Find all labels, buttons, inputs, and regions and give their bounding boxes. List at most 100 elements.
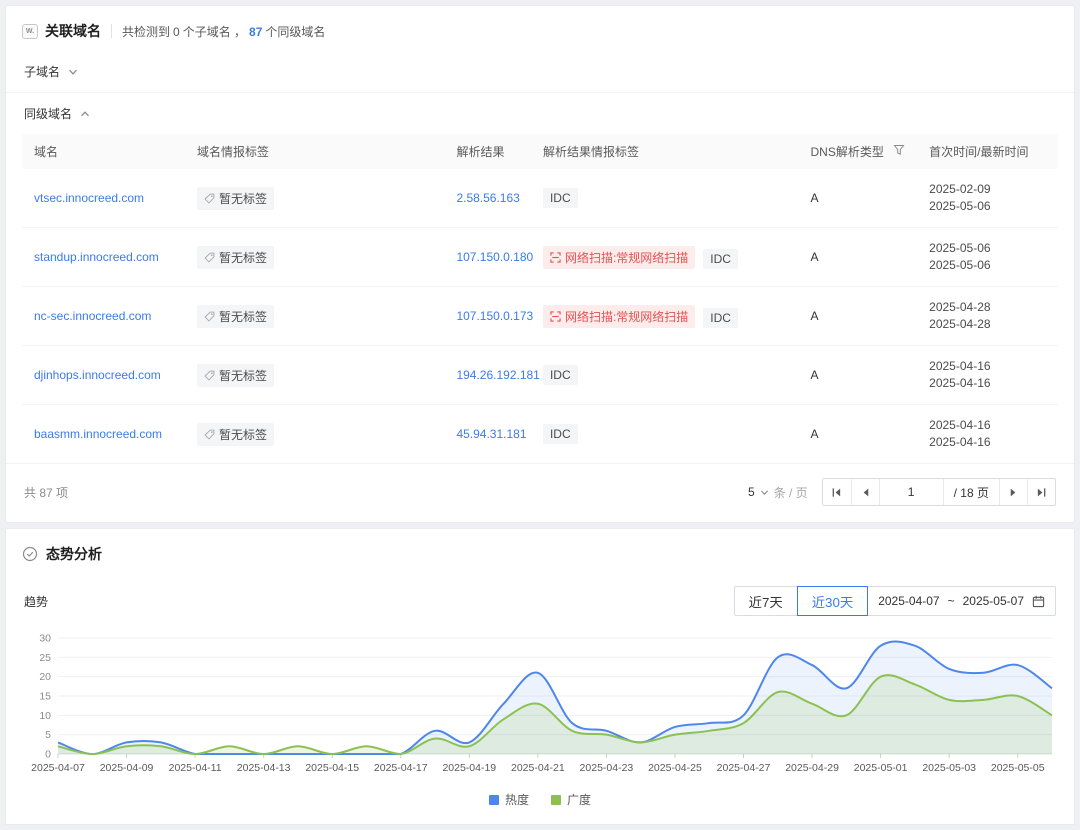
- table-row: nc-sec.innocreed.com 暂无标签 107.150.0.173 网络扫…: [22, 286, 1058, 346]
- dns-type-value: A: [810, 250, 819, 264]
- prev-page-icon: [863, 488, 868, 496]
- page-input[interactable]: [878, 479, 943, 505]
- first-time: 2025-04-28: [929, 300, 991, 314]
- range-7d-button[interactable]: 近7天: [733, 586, 798, 616]
- ip-link[interactable]: 194.26.192.181: [456, 368, 539, 382]
- sibling-domains-table: 域名 域名情报标签 解析结果 解析结果情报标签 DNS解析类型 首次时间/最新时…: [22, 134, 1058, 463]
- calendar-icon: [1032, 595, 1045, 607]
- tag-icon: [204, 370, 215, 381]
- first-time: 2025-04-16: [929, 418, 991, 432]
- last-page-button[interactable]: [1027, 479, 1055, 505]
- result-tag-badge: IDC: [542, 188, 578, 208]
- dns-type-value: A: [810, 309, 819, 323]
- domain-link[interactable]: vtsec.innocreed.com: [34, 191, 144, 205]
- chart-legend: 热度 广度: [6, 785, 1074, 824]
- svg-text:2025-04-21: 2025-04-21: [511, 762, 565, 774]
- domain-tag-badge: 暂无标签: [196, 304, 274, 328]
- dns-type-label: DNS解析类型: [810, 145, 884, 159]
- domain-link[interactable]: standup.innocreed.com: [34, 250, 159, 264]
- legend-swatch: [551, 794, 561, 805]
- ip-link[interactable]: 2.58.56.163: [456, 191, 519, 205]
- domain-link[interactable]: baasmm.innocreed.com: [34, 427, 162, 441]
- domain-tag-badge: 暂无标签: [196, 186, 274, 210]
- svg-text:2025-04-13: 2025-04-13: [237, 762, 291, 774]
- col-dns-type: DNS解析类型: [798, 134, 918, 169]
- domain-tag-badge: 暂无标签: [196, 245, 274, 269]
- trend-chart[interactable]: 0 5 10 15 20 25 30 2025-04-07 2025-04-09 2025-04-…: [22, 630, 1058, 782]
- check-circle-icon: [22, 546, 38, 562]
- svg-text:20: 20: [39, 671, 51, 683]
- result-tag-badge: IDC: [542, 424, 578, 444]
- next-page-button[interactable]: [999, 479, 1027, 505]
- summary-suffix: 个同级域名: [265, 24, 326, 39]
- last-time: 2025-05-06: [929, 199, 991, 213]
- result-tag-badge: IDC: [542, 365, 578, 385]
- date-start: 2025-04-07: [878, 594, 940, 608]
- filter-icon[interactable]: [893, 144, 905, 159]
- table-row: standup.innocreed.com 暂无标签 107.150.0.180 网络…: [22, 227, 1058, 287]
- panel2-header: 态势分析: [6, 529, 1074, 574]
- svg-text:2025-04-17: 2025-04-17: [374, 762, 428, 774]
- per-page-label: 条 / 页: [773, 485, 808, 500]
- last-time: 2025-05-06: [929, 258, 991, 272]
- chevron-down-icon: [68, 67, 78, 77]
- result-tag-badge: IDC: [703, 248, 738, 269]
- svg-text:2025-05-05: 2025-05-05: [991, 762, 1045, 774]
- col-result-tag: 解析结果情报标签: [530, 134, 799, 169]
- sibling-section-toggle[interactable]: 同级域名: [6, 93, 1074, 134]
- sibling-section-label: 同级域名: [24, 107, 73, 121]
- svg-text:2025-04-11: 2025-04-11: [169, 762, 222, 774]
- trend-controls-row: 趋势 近7天 近30天 2025-04-07 ~ 2025-05-07: [6, 574, 1074, 626]
- trend-chart-area: 0 5 10 15 20 25 30 2025-04-07 2025-04-09 2025-04-…: [6, 626, 1074, 785]
- ip-link[interactable]: 107.150.0.180: [456, 250, 533, 264]
- legend-item[interactable]: 广度: [551, 791, 591, 808]
- range-30d-button[interactable]: 近30天: [796, 586, 869, 616]
- divider: [111, 24, 112, 38]
- page-title: 关联域名: [45, 23, 101, 39]
- trend-label: 趋势: [24, 594, 49, 609]
- range-controls: 近7天 近30天 2025-04-07 ~ 2025-05-07: [733, 586, 1056, 616]
- subdomain-section-toggle[interactable]: 子域名: [6, 51, 1074, 93]
- result-tag-badge: IDC: [703, 307, 738, 328]
- total-pages-label: / 18 页: [942, 479, 999, 505]
- favicon-placeholder-icon: W.: [22, 23, 38, 39]
- legend-item[interactable]: 热度: [488, 791, 529, 808]
- dns-type-value: A: [810, 427, 819, 441]
- first-time: 2025-02-09: [929, 182, 991, 196]
- date-range-picker[interactable]: 2025-04-07 ~ 2025-05-07: [867, 586, 1056, 616]
- pagination-bar: 共 87 项 5 条 / 页 / 18 页: [6, 463, 1074, 522]
- svg-text:2025-04-25: 2025-04-25: [648, 762, 702, 774]
- first-page-icon: [832, 487, 841, 497]
- situation-analysis-panel: 态势分析 趋势 近7天 近30天 2025-04-07 ~ 2025-05-07…: [5, 528, 1075, 825]
- table-row: baasmm.innocreed.com 暂无标签 45.94.31.181 IDC A…: [22, 404, 1058, 463]
- next-page-icon: [1010, 488, 1016, 496]
- subdomain-section-label: 子域名: [24, 65, 61, 79]
- subdomain-count: 0: [173, 24, 180, 39]
- legend-label: 广度: [567, 793, 592, 807]
- tag-icon: [204, 193, 215, 204]
- sibling-domains-table-wrap: 域名 域名情报标签 解析结果 解析结果情报标签 DNS解析类型 首次时间/最新时…: [6, 134, 1074, 463]
- svg-text:0: 0: [45, 749, 51, 761]
- tag-icon: [204, 429, 215, 440]
- ip-link[interactable]: 107.150.0.173: [456, 309, 533, 323]
- col-resolve-result: 解析结果: [444, 134, 531, 169]
- svg-text:2025-04-09: 2025-04-09: [100, 762, 154, 774]
- domain-tag-badge: 暂无标签: [196, 363, 274, 387]
- svg-text:5: 5: [45, 729, 51, 741]
- last-time: 2025-04-16: [929, 435, 991, 449]
- domain-link[interactable]: nc-sec.innocreed.com: [34, 309, 151, 323]
- tag-icon: [204, 252, 215, 263]
- related-domains-panel: W. 关联域名 共检测到 0 个子域名 ， 87 个同级域名 子域名 同级域名 域名: [5, 5, 1075, 523]
- page-size-value: 5: [747, 485, 755, 499]
- last-time: 2025-04-16: [929, 376, 991, 390]
- prev-page-button[interactable]: [850, 479, 879, 505]
- page-size-select[interactable]: 5 条 / 页: [748, 484, 808, 501]
- first-page-button[interactable]: [822, 479, 851, 505]
- domain-link[interactable]: djinhops.innocreed.com: [34, 368, 161, 382]
- sibling-count: 87: [249, 24, 263, 39]
- svg-text:2025-04-29: 2025-04-29: [785, 762, 839, 774]
- ip-link[interactable]: 45.94.31.181: [456, 427, 526, 441]
- pager: / 18 页: [821, 478, 1056, 506]
- tag-icon: [204, 311, 215, 322]
- scan-icon: [550, 251, 561, 263]
